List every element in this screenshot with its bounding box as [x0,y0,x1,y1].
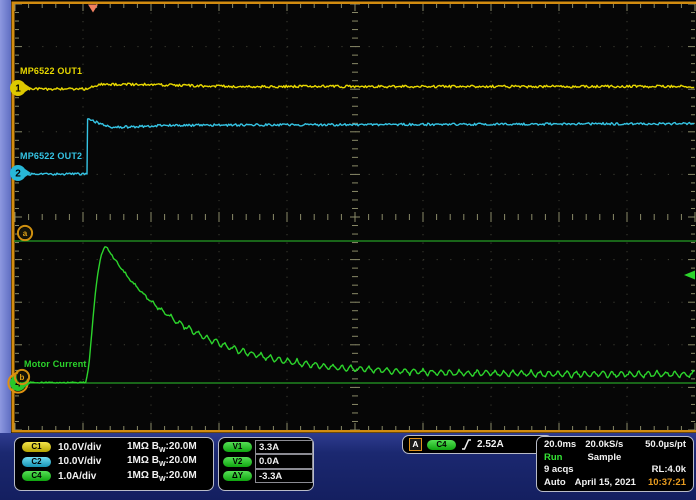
oscilloscope-screen: 124ab MP6522 OUT1 MP6522 OUT2 Motor Curr… [0,0,696,500]
cursor-v1-badge[interactable]: V1 [223,442,252,452]
cursor-b-marker[interactable]: b [15,370,29,384]
sample-rate: 20.0kS/s [585,440,623,450]
cursor-v2-row: V2 0.0A [223,455,313,470]
trigger-readout-box[interactable]: A C4 2.52A [402,435,553,454]
svg-text:b: b [20,373,25,382]
date-label: April 15, 2021 [575,478,636,488]
waveform-display: 124ab [0,0,696,433]
ch1-trace-label: MP6522 OUT1 [20,66,82,76]
cursor-v1-value: 3.3A [255,440,313,455]
ch1-scale: 10.0V/div [58,442,120,453]
ch1-impedance-bandwidth: 1MΩ BW:20.0M [127,441,206,454]
cursor-dy-row: ΔY -3.3A [223,469,313,484]
graticule-border-top [12,2,696,5]
acquisition-count-row: 9 acqs RL:4.0k [544,465,686,475]
cursor-readout-box[interactable]: V1 3.3A V2 0.0A ΔY -3.3A [218,437,314,491]
vertical-settings-box[interactable]: C1 10.0V/div 1MΩ BW:20.0M C2 10.0V/div 1… [14,437,214,491]
readout-bar: C1 10.0V/div 1MΩ BW:20.0M C2 10.0V/div 1… [0,433,696,500]
ch2-trace-label: MP6522 OUT2 [20,151,82,161]
time-label: 10:37:21 [648,478,686,488]
sample-resolution: 50.0µs/pt [645,440,686,450]
horizontal-scale: 20.0ms [544,440,576,450]
ch2-impedance-bandwidth: 1MΩ BW:20.0M [127,455,206,468]
ch4-badge[interactable]: C4 [22,471,51,481]
acquisition-mode: Sample [587,453,621,463]
ch1-readout-row: C1 10.0V/div 1MΩ BW:20.0M [15,440,213,455]
horizontal-acquisition-box[interactable]: 20.0ms 20.0kS/s 50.0µs/pt Run Sample 9 a… [536,436,694,492]
svg-text:1: 1 [15,84,21,95]
trigger-a-badge: A [409,438,422,451]
cursor-a-marker[interactable]: a [18,226,32,240]
ch4-trace-label: Motor Current [24,359,87,369]
svg-text:a: a [23,229,28,238]
trigger-source-badge[interactable]: C4 [427,440,456,450]
ch1-badge[interactable]: C1 [22,442,51,452]
cursor-dy-value: -3.3A [255,469,313,484]
trigger-mode: Auto [544,478,566,488]
waveform-area: 124ab MP6522 OUT1 MP6522 OUT2 Motor Curr… [0,0,696,433]
timebase-row: 20.0ms 20.0kS/s 50.0µs/pt [544,440,686,450]
ch4-readout-row: C4 1.0A/div 1MΩ BW:20.0M [15,469,213,484]
record-length: RL:4.0k [652,465,686,475]
ch4-impedance-bandwidth: 1MΩ BW:20.0M [127,470,206,483]
acquisition-state-row: Run Sample [544,453,686,463]
datetime-row: Auto April 15, 2021 10:37:21 [544,478,686,488]
cursor-v1-row: V1 3.3A [223,440,313,455]
ch2-badge[interactable]: C2 [22,457,51,467]
graticule-border-left [12,2,15,433]
cursor-v2-value: 0.0A [255,454,313,469]
cursor-v2-badge[interactable]: V2 [223,457,252,467]
acquisition-count: 9 acqs [544,465,574,475]
rising-edge-icon [461,438,472,451]
trigger-level-value: 2.52A [477,439,504,450]
ch2-readout-row: C2 10.0V/div 1MΩ BW:20.0M [15,455,213,470]
ch4-scale: 1.0A/div [58,471,120,482]
run-status: Run [544,453,562,463]
svg-text:2: 2 [15,169,21,180]
ch2-scale: 10.0V/div [58,456,120,467]
cursor-dy-badge[interactable]: ΔY [223,471,252,481]
